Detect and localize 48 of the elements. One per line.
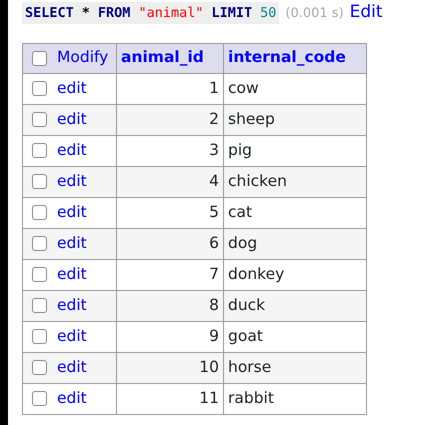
- edit-link[interactable]: edit: [57, 388, 87, 407]
- query-time: (0.001 s): [285, 5, 344, 23]
- table-cell: 5: [116, 197, 224, 228]
- row-checkbox[interactable]: [32, 329, 47, 344]
- row-checkbox[interactable]: [32, 267, 47, 282]
- table-cell: 6: [116, 228, 224, 259]
- table-cell: sheep: [224, 104, 366, 135]
- table-cell: dog: [224, 228, 366, 259]
- table-cell: 1: [116, 73, 224, 104]
- table-cell: 2: [116, 104, 224, 135]
- edit-link[interactable]: edit: [57, 296, 87, 314]
- table-cell: chicken: [224, 166, 366, 197]
- table-cell: duck: [224, 290, 366, 321]
- table-cell: rabbit: [224, 383, 366, 414]
- edit-link[interactable]: Edit: [350, 0, 383, 26]
- table-cell: pig: [224, 135, 366, 166]
- row-checkbox[interactable]: [32, 298, 47, 314]
- table-cell: 7: [116, 259, 224, 290]
- table-cell: 9: [116, 321, 224, 352]
- sql-query: SELECT * FROM "animal" LIMIT 50: [22, 2, 280, 24]
- edit-link[interactable]: edit: [57, 326, 87, 345]
- row-checkbox[interactable]: [32, 143, 47, 158]
- table-cell: horse: [224, 352, 366, 383]
- row-checkbox[interactable]: [32, 174, 47, 190]
- edit-link[interactable]: edit: [57, 110, 87, 128]
- row-checkbox[interactable]: [32, 360, 47, 376]
- edit-link[interactable]: edit: [57, 140, 87, 159]
- table-cell: cow: [224, 73, 366, 104]
- select-all-checkbox[interactable]: [32, 50, 47, 66]
- row-checkbox[interactable]: [32, 81, 47, 96]
- table-cell: 4: [116, 166, 224, 197]
- edit-link[interactable]: edit: [57, 264, 87, 283]
- table-cell: goat: [224, 321, 366, 352]
- table-cell: 11: [116, 383, 224, 414]
- table-cell: 8: [116, 290, 224, 321]
- row-checkbox[interactable]: [32, 205, 47, 220]
- table-cell: donkey: [224, 259, 366, 290]
- edit-link[interactable]: edit: [57, 234, 87, 252]
- table-cell: cat: [224, 197, 366, 228]
- row-checkbox[interactable]: [32, 112, 47, 128]
- edit-link[interactable]: edit: [57, 358, 87, 376]
- edit-link[interactable]: edit: [57, 78, 87, 97]
- table-cell: 10: [116, 352, 224, 383]
- table-cell: 3: [116, 135, 224, 166]
- row-checkbox[interactable]: [32, 391, 47, 406]
- edit-link[interactable]: edit: [57, 202, 87, 221]
- edit-link[interactable]: edit: [57, 172, 87, 190]
- row-checkbox[interactable]: [32, 236, 47, 252]
